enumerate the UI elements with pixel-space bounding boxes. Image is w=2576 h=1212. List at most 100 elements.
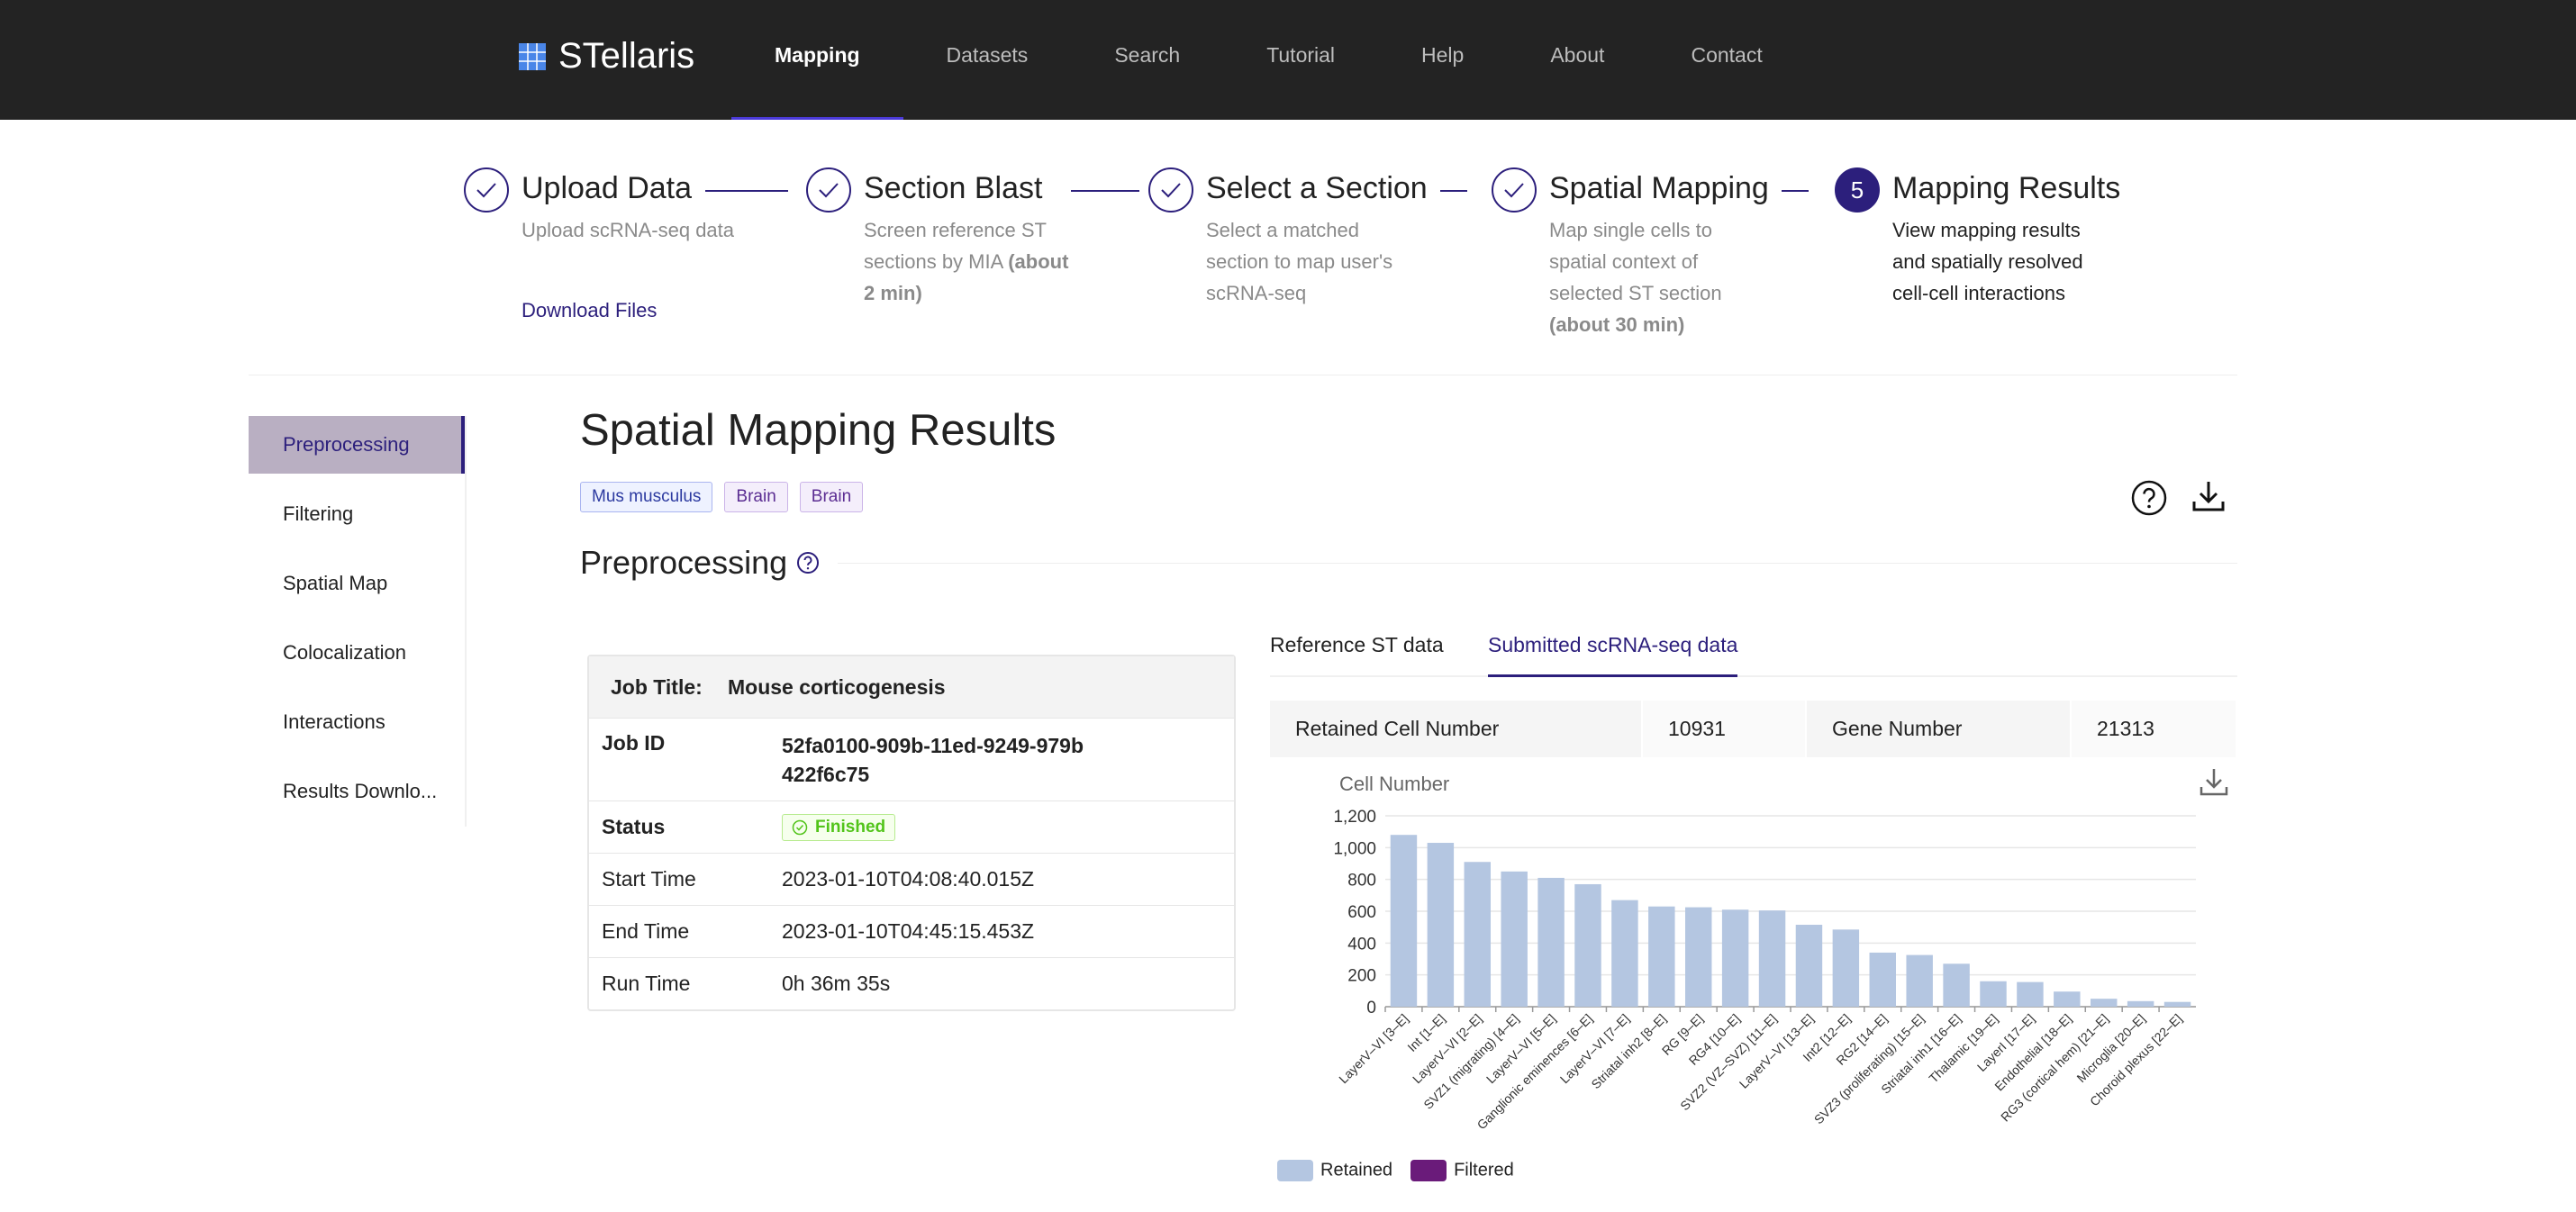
sidebar-item-spatial-map[interactable]: Spatial Map (249, 555, 465, 612)
cell-number-chart: Cell Number 0 200 400 600 800 1,000 1,200 LayerV… (1333, 773, 2196, 1132)
section-divider (838, 563, 2237, 564)
bar-retained (2163, 1001, 2191, 1007)
y-tick-label: 400 (1347, 935, 1376, 954)
species-tag: Mus musculus (580, 482, 713, 512)
help-icon[interactable] (2131, 480, 2167, 516)
status-text: Finished (815, 817, 886, 837)
start-time-row: Start Time 2023-01-10T04:08:40.015Z (589, 853, 1234, 905)
nav-mapping[interactable]: Mapping (731, 0, 903, 120)
tab-submitted-scrna[interactable]: Submitted scRNA-seq data (1488, 621, 1738, 677)
step-number: 5 (1835, 167, 1880, 213)
bar-retained (1574, 883, 1601, 1007)
tag-list: Mus musculus Brain Brain (580, 482, 864, 512)
section-title: Preprocessing (580, 544, 820, 582)
step-title: Mapping Results (1892, 171, 2121, 205)
check-icon (806, 167, 851, 213)
legend-swatch (1410, 1160, 1447, 1181)
bar-retained (1648, 906, 1675, 1007)
step-title: Spatial Mapping (1549, 171, 1769, 205)
nav-datasets[interactable]: Datasets (903, 0, 1072, 120)
step-title: Upload Data (522, 171, 693, 205)
start-time-label: Start Time (602, 867, 696, 891)
nav-help[interactable]: Help (1378, 0, 1507, 120)
sidebar: Preprocessing Filtering Spatial Map Colo… (249, 416, 467, 827)
nav-tutorial[interactable]: Tutorial (1223, 0, 1378, 120)
app-logo[interactable]: STellaris (517, 36, 694, 77)
step-duration: (about 30 min) (1549, 313, 1685, 336)
run-time-value: 0h 36m 35s (782, 972, 891, 995)
check-icon (1492, 167, 1537, 213)
step-connector (705, 190, 788, 192)
end-time-label: End Time (602, 919, 690, 943)
start-time-value: 2023-01-10T04:08:40.015Z (782, 867, 1035, 891)
nav-search[interactable]: Search (1071, 0, 1223, 120)
bar-retained (1501, 871, 1528, 1007)
step-desc: Screen reference ST sections by MIA (abo… (864, 214, 1080, 309)
legend-filtered[interactable]: Filtered (1410, 1160, 1514, 1181)
stats-row: Retained Cell Number 10931 Gene Number 2… (1270, 701, 2237, 757)
legend-label: Filtered (1454, 1160, 1514, 1180)
section-heading: Preprocessing (580, 544, 788, 581)
step-title: Select a Section (1206, 171, 1428, 205)
bar-retained (1943, 963, 1970, 1007)
retained-cell-value: 10931 (1643, 701, 1807, 757)
retained-cell-label: Retained Cell Number (1270, 701, 1643, 757)
run-time-label: Run Time (602, 972, 691, 995)
progress-steps: Upload Data Upload scRNA-seq data Downlo… (464, 166, 2121, 346)
bar-retained (1980, 981, 2007, 1007)
y-tick-label: 600 (1347, 903, 1376, 922)
job-title-label: Job Title: (611, 674, 703, 699)
download-files-link[interactable]: Download Files (522, 299, 657, 322)
logo-icon (519, 42, 546, 70)
y-tick-label: 200 (1347, 967, 1376, 986)
legend-label: Retained (1320, 1160, 1393, 1180)
x-tick-label: LayerV–VI [3–E] (1336, 1011, 1410, 1086)
bar-retained (1685, 907, 1712, 1007)
step-desc: Select a matched section to map user's s… (1206, 219, 1393, 304)
download-icon[interactable] (2191, 478, 2227, 514)
bar-retained (2054, 991, 2081, 1007)
y-tick-label: 1,000 (1333, 839, 1376, 858)
bar-retained (1832, 929, 1860, 1007)
app-name: STellaris (558, 36, 695, 76)
bar-retained (1906, 954, 1933, 1007)
job-info-table: Job Title: Mouse corticogenesis Job ID 5… (587, 655, 1236, 1011)
nav-about[interactable]: About (1507, 0, 1647, 120)
check-circle-icon (792, 819, 808, 835)
step-desc: Map single cells to spatial context of s… (1549, 214, 1765, 340)
tab-reference-st[interactable]: Reference ST data (1270, 621, 1444, 677)
bar-retained (1869, 952, 1896, 1007)
job-title-row: Job Title: Mouse corticogenesis (589, 656, 1234, 718)
organ-tag: Brain (724, 482, 788, 512)
nav-contact[interactable]: Contact (1647, 0, 1805, 120)
y-tick-label: 0 (1366, 999, 1376, 1018)
sidebar-item-colocalization[interactable]: Colocalization (249, 624, 465, 682)
run-time-row: Run Time 0h 36m 35s (589, 957, 1234, 1009)
page-title: Spatial Mapping Results (580, 406, 1057, 455)
job-id-row: Job ID 52fa0100-909b-11ed-9249-979b422f6… (589, 718, 1234, 800)
chart-legend: Retained Filtered (1277, 1160, 1514, 1181)
gene-number-value: 21313 (2072, 701, 2237, 757)
sidebar-item-results-download[interactable]: Results Downlo... (249, 763, 465, 820)
bar-retained (2127, 1000, 2154, 1007)
step-desc-text: Map single cells to spatial context of s… (1549, 219, 1722, 304)
sidebar-item-filtering[interactable]: Filtering (249, 485, 465, 543)
y-tick-label: 1,200 (1333, 808, 1376, 827)
job-id-value: 52fa0100-909b-11ed-9249-979b422f6c75 (782, 734, 1084, 786)
question-icon[interactable] (796, 551, 820, 574)
chart-download-icon[interactable] (2198, 765, 2230, 798)
bar-retained (1795, 925, 1823, 1007)
bar-retained (1611, 900, 1638, 1007)
legend-retained[interactable]: Retained (1277, 1160, 1392, 1181)
status-badge: Finished (782, 813, 896, 841)
step-title: Section Blast (864, 171, 1043, 205)
sidebar-item-preprocessing[interactable]: Preprocessing (249, 416, 465, 474)
gene-number-label: Gene Number (1807, 701, 2072, 757)
bar-retained (2091, 999, 2118, 1007)
bar-retained (1758, 910, 1786, 1007)
sidebar-item-interactions[interactable]: Interactions (249, 693, 465, 751)
check-icon (1148, 167, 1193, 213)
bar-retained (1721, 909, 1749, 1007)
bar-retained (2017, 981, 2044, 1007)
bar-retained (1537, 877, 1565, 1007)
